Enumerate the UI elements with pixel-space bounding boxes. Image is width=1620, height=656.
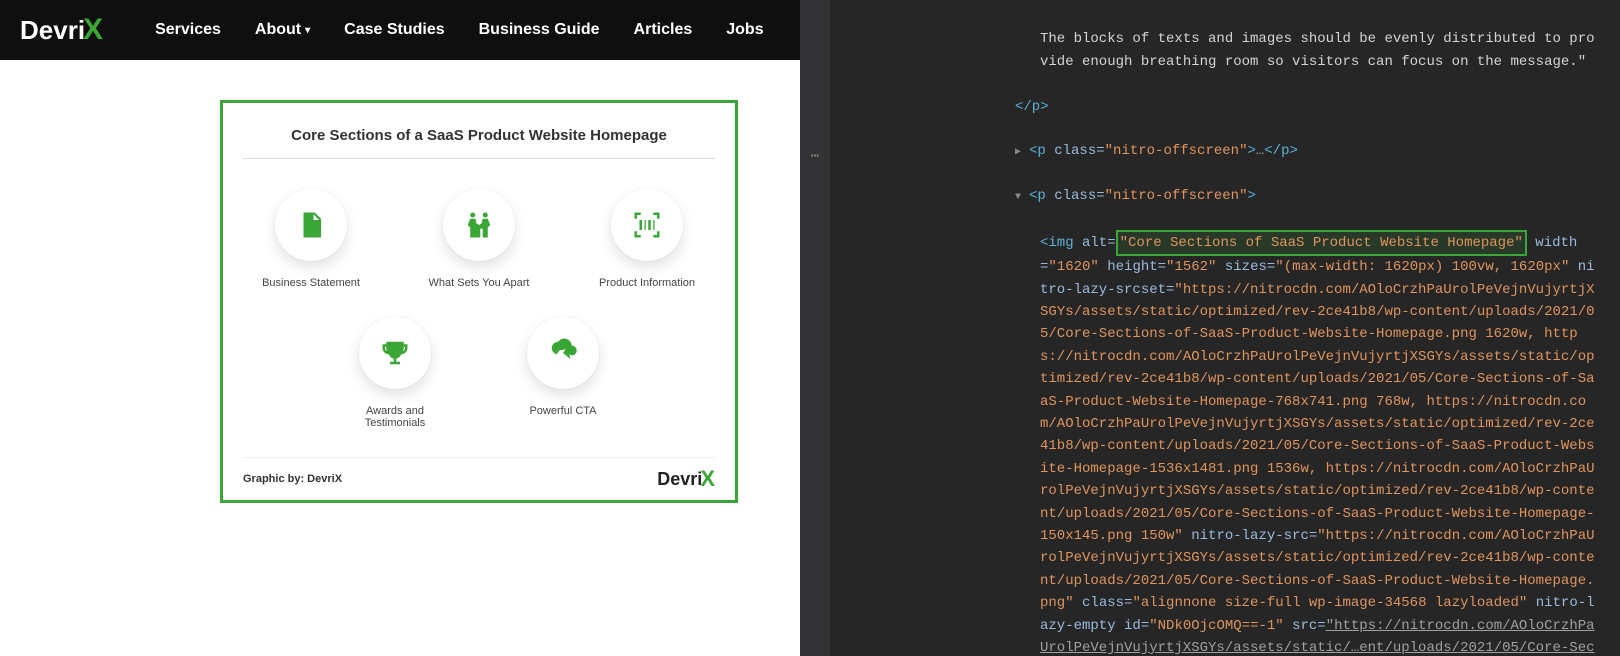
nav-links: Services About▾ Case Studies Business Gu…: [155, 21, 764, 39]
brand-logo[interactable]: DevriX: [20, 13, 103, 47]
infographic-row-1: Business Statement What Sets You Apart P…: [243, 189, 715, 289]
nav-articles[interactable]: Articles: [634, 21, 693, 39]
storm-icon: [527, 317, 599, 389]
barcode-scan-icon: [611, 189, 683, 261]
devtools-pane: ⋯ The blocks of texts and images should …: [800, 0, 1620, 656]
collapsed-p-element[interactable]: ▶<p class="nitro-offscreen">…</p>: [840, 140, 1600, 162]
text-node: The blocks of texts and images should be…: [840, 28, 1600, 73]
brand-x: X: [83, 13, 103, 47]
expand-triangle-icon[interactable]: ▶: [1015, 145, 1029, 161]
nav-business-guide[interactable]: Business Guide: [479, 21, 600, 39]
nav-services[interactable]: Services: [155, 21, 221, 39]
item-cta: Powerful CTA: [503, 317, 623, 429]
people-arrows-icon: [443, 189, 515, 261]
brand-prefix: Devri: [20, 15, 85, 46]
item-awards: Awards and Testimonials: [335, 317, 455, 429]
nav-case-studies[interactable]: Case Studies: [344, 21, 444, 39]
highlighted-alt-value: "Core Sections of SaaS Product Website H…: [1116, 230, 1527, 256]
expanded-p-element[interactable]: ▼<p class="nitro-offscreen">: [840, 185, 1600, 207]
infographic-footer: Graphic by: DevriX DevriX: [243, 457, 715, 492]
devtools-elements[interactable]: The blocks of texts and images should be…: [800, 0, 1620, 656]
infographic-credit: Graphic by: DevriX: [243, 473, 342, 485]
infographic-footer-logo: DevriX: [657, 466, 715, 492]
article-body: Core Sections of a SaaS Product Website …: [0, 60, 800, 523]
closing-p-tag[interactable]: </p>: [840, 96, 1600, 118]
item-product-info: Product Information: [587, 189, 707, 289]
trophy-icon: [359, 317, 431, 389]
devtools-gutter: ⋯: [800, 0, 830, 656]
chevron-down-icon: ▾: [305, 25, 310, 36]
infographic-title: Core Sections of a SaaS Product Website …: [243, 127, 715, 159]
overflow-icon[interactable]: ⋯: [811, 146, 819, 168]
item-business-statement: Business Statement: [251, 189, 371, 289]
website-pane: DevriX Services About▾ Case Studies Busi…: [0, 0, 800, 656]
navbar: DevriX Services About▾ Case Studies Busi…: [0, 0, 800, 60]
item-what-sets-apart: What Sets You Apart: [419, 189, 539, 289]
document-chart-icon: [275, 189, 347, 261]
nav-about[interactable]: About▾: [255, 21, 310, 39]
nav-jobs[interactable]: Jobs: [726, 21, 763, 39]
infographic: Core Sections of a SaaS Product Website …: [220, 100, 738, 503]
img-element[interactable]: <img alt="Core Sections of SaaS Product …: [840, 230, 1600, 656]
collapse-triangle-icon[interactable]: ▼: [1015, 190, 1029, 206]
infographic-row-2: Awards and Testimonials Powerful CTA: [243, 317, 715, 429]
